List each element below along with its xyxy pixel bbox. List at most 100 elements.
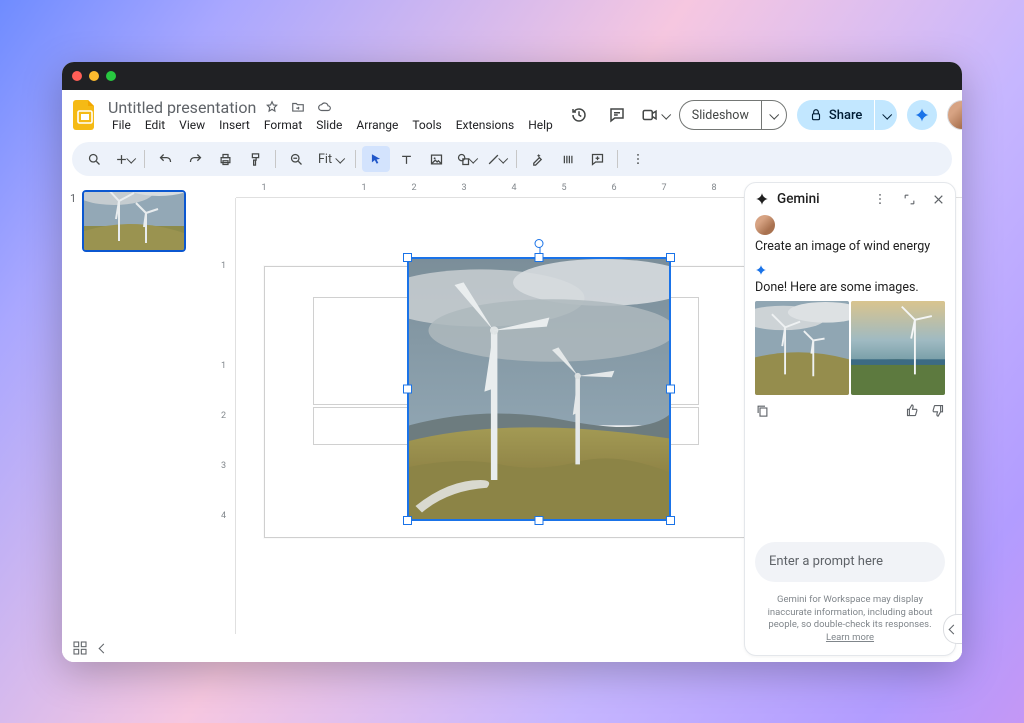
panel-expand-icon[interactable] [903, 193, 916, 206]
prev-slide-icon[interactable] [100, 641, 107, 656]
transition-icon[interactable] [553, 146, 581, 172]
gemini-panel: Gemini Create an image of wind energy Do… [744, 182, 956, 656]
ruler-tick: 3 [461, 183, 466, 193]
ruler-tick: 1 [261, 183, 266, 193]
panel-more-icon[interactable] [873, 192, 887, 206]
cloud-status-icon[interactable] [314, 100, 335, 114]
document-title[interactable]: Untitled presentation [108, 98, 256, 117]
slide-canvas[interactable] [264, 266, 746, 538]
selected-image[interactable] [407, 257, 671, 521]
create-with-gemini-icon[interactable] [523, 146, 551, 172]
learn-more-link[interactable]: Learn more [826, 632, 874, 643]
menu-extensions[interactable]: Extensions [452, 116, 518, 134]
slideshow-dropdown[interactable] [761, 100, 787, 130]
paint-format-icon[interactable] [241, 146, 269, 172]
toolbar: Fit [72, 142, 952, 176]
chevron-left-icon [950, 622, 957, 637]
app-header: Untitled presentation File Edit View [62, 90, 962, 140]
shape-icon[interactable] [452, 146, 480, 172]
gemini-reply: Done! Here are some images. [755, 280, 945, 295]
gemini-prompt-input[interactable]: Enter a prompt here [755, 542, 945, 582]
spark-icon [755, 264, 945, 276]
resize-handle[interactable] [666, 253, 675, 262]
menu-bar: File Edit View Insert Format Slide Arran… [108, 116, 557, 134]
zoom-level[interactable]: Fit [312, 146, 349, 172]
resize-handle[interactable] [535, 516, 544, 525]
version-history-icon[interactable] [565, 101, 593, 129]
slideshow-button[interactable]: Slideshow [679, 100, 761, 130]
gemini-prompt-placeholder: Enter a prompt here [769, 554, 883, 569]
window-maximize-icon[interactable] [106, 71, 116, 81]
chevron-down-icon [662, 108, 669, 123]
comments-icon[interactable] [603, 101, 631, 129]
slide-thumbnail-preview [82, 190, 186, 252]
menu-view[interactable]: View [175, 116, 209, 134]
header-actions: Slideshow Share [565, 100, 962, 130]
window-close-icon[interactable] [72, 71, 82, 81]
share-dropdown[interactable] [875, 100, 897, 130]
comment-add-icon[interactable] [583, 146, 611, 172]
menu-arrange[interactable]: Arrange [352, 116, 402, 134]
rotate-handle[interactable] [535, 239, 544, 248]
gemini-panel-header: Gemini [745, 183, 955, 213]
chevron-down-icon [770, 108, 777, 123]
thumbs-up-icon[interactable] [905, 403, 920, 418]
menu-slide[interactable]: Slide [312, 116, 346, 134]
account-avatar[interactable] [947, 100, 962, 130]
share-button[interactable]: Share [797, 100, 875, 130]
search-menus-icon[interactable] [80, 146, 108, 172]
print-icon[interactable] [211, 146, 239, 172]
meet-button[interactable] [641, 101, 669, 129]
insert-image-icon[interactable] [422, 146, 450, 172]
menu-edit[interactable]: Edit [141, 116, 169, 134]
new-slide-button[interactable] [110, 146, 138, 172]
select-tool-icon[interactable] [362, 146, 390, 172]
menu-help[interactable]: Help [524, 116, 557, 134]
slideshow-split-button: Slideshow [679, 100, 787, 130]
thumbs-down-icon[interactable] [930, 403, 945, 418]
resize-handle[interactable] [666, 516, 675, 525]
ruler-tick: 7 [661, 183, 666, 193]
line-tool-icon[interactable] [482, 146, 510, 172]
window-minimize-icon[interactable] [89, 71, 99, 81]
menu-format[interactable]: Format [260, 116, 306, 134]
gemini-feedback [755, 403, 945, 418]
resize-handle[interactable] [666, 385, 675, 394]
move-folder-icon[interactable] [288, 100, 308, 114]
redo-icon[interactable] [181, 146, 209, 172]
menu-insert[interactable]: Insert [215, 116, 254, 134]
document-header: Untitled presentation File Edit View [108, 96, 557, 134]
more-tools-icon[interactable] [624, 146, 652, 172]
zoom-out-icon[interactable] [282, 146, 310, 172]
undo-icon[interactable] [151, 146, 179, 172]
star-icon[interactable] [262, 100, 282, 114]
ruler-tick: 2 [221, 411, 226, 421]
panel-close-icon[interactable] [932, 193, 945, 206]
resize-handle[interactable] [403, 385, 412, 394]
slides-app: Untitled presentation File Edit View [62, 90, 962, 662]
generated-image[interactable] [755, 301, 849, 395]
resize-handle[interactable] [403, 253, 412, 262]
slide-thumbnail[interactable]: 1 [70, 190, 210, 252]
explore-icon[interactable] [72, 640, 88, 656]
slides-logo-icon[interactable] [70, 96, 100, 134]
resize-handle[interactable] [403, 516, 412, 525]
ruler-tick: 8 [711, 183, 716, 193]
chevron-down-icon [336, 152, 343, 167]
menu-file[interactable]: File [108, 116, 135, 134]
ruler-tick: 1 [361, 183, 366, 193]
menu-tools[interactable]: Tools [408, 116, 445, 134]
separator [275, 150, 276, 168]
gemini-spark-button[interactable] [907, 100, 937, 130]
share-split-button: Share [797, 100, 898, 130]
ruler-tick: 5 [561, 183, 566, 193]
share-label: Share [829, 108, 863, 123]
text-box-icon[interactable] [392, 146, 420, 172]
generated-image[interactable] [851, 301, 945, 395]
ruler-tick: 1 [221, 261, 226, 271]
resize-handle[interactable] [535, 253, 544, 262]
copy-icon[interactable] [755, 403, 770, 418]
side-panel-toggle[interactable] [943, 614, 962, 644]
ruler-tick: 4 [511, 183, 516, 193]
gemini-title: Gemini [777, 191, 820, 207]
